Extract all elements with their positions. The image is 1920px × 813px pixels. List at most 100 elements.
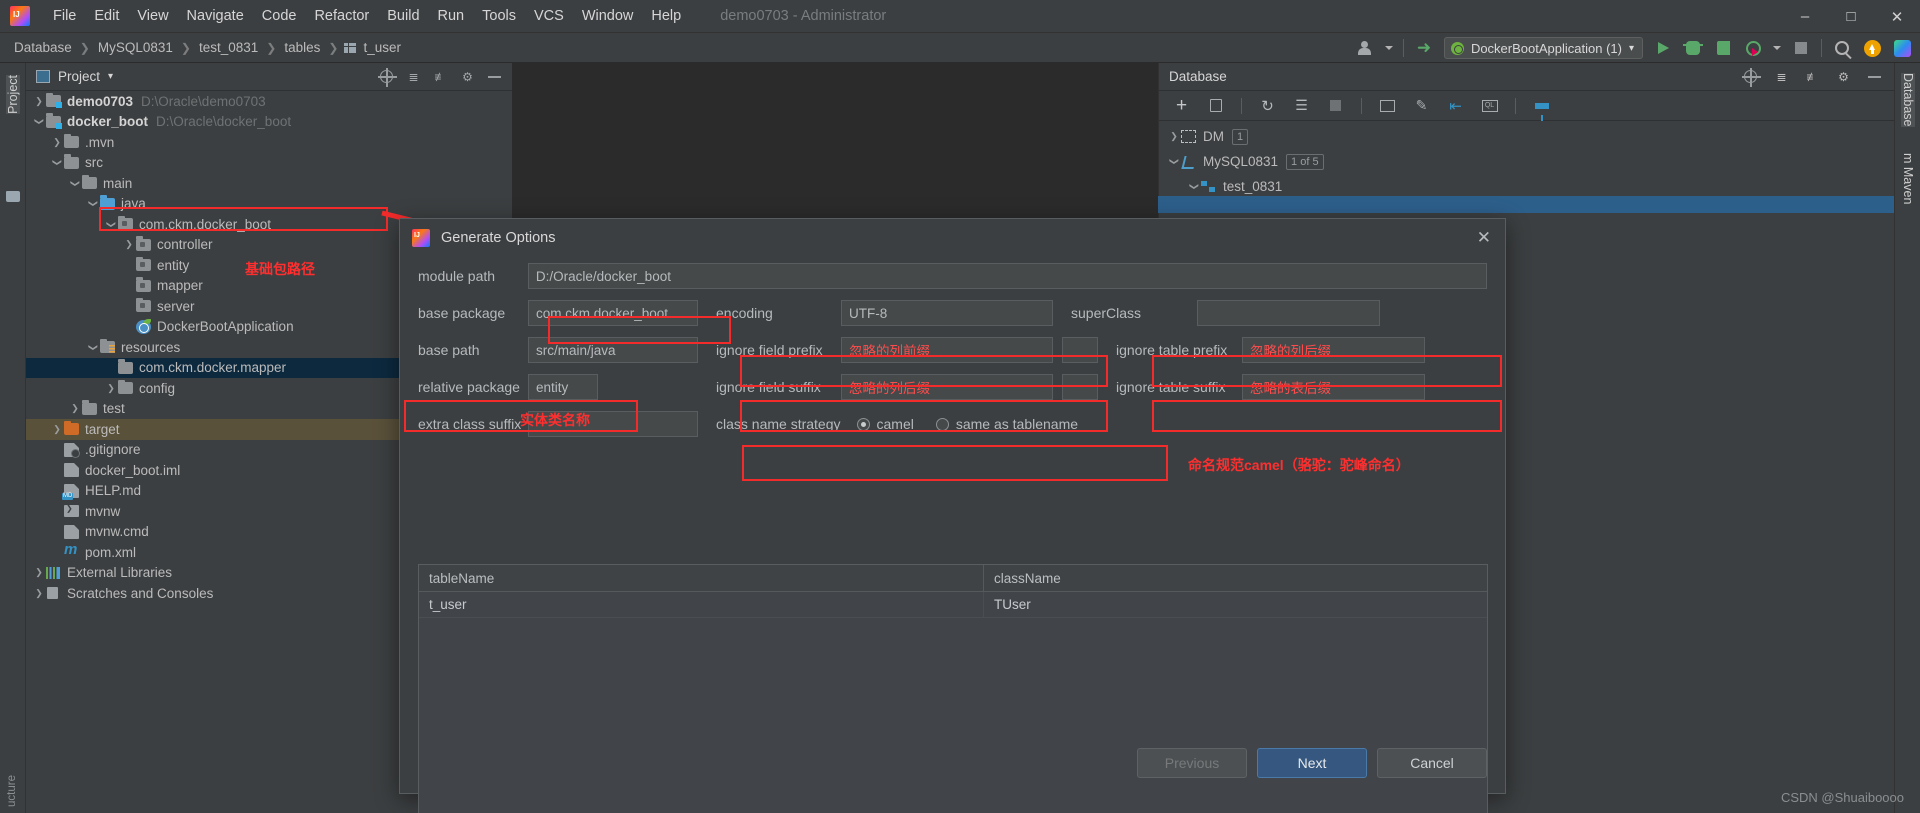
cell-classname[interactable]: TUser [984,592,1031,617]
table-row[interactable]: t_user TUser [419,592,1487,618]
run-configuration-selector[interactable]: DockerBootApplication (1) ▾ [1443,37,1643,59]
run-icon[interactable] [1653,38,1673,58]
ignore-table-prefix-input[interactable]: 忽略的列后缀 [1242,337,1425,363]
chevron-right-icon[interactable] [32,96,46,107]
relative-package-input[interactable]: entity [528,374,598,400]
next-button[interactable]: Next [1257,748,1367,778]
tree-item-mvn[interactable]: .mvn [26,132,512,153]
maximize-icon[interactable]: □ [1828,0,1874,33]
stop-icon[interactable] [1327,97,1344,114]
hide-icon[interactable] [487,69,502,84]
radio-camel[interactable] [856,417,870,431]
menu-item-window[interactable]: Window [573,4,643,28]
breadcrumb-item-database[interactable]: Database [12,40,74,55]
folder-icon[interactable] [6,191,20,202]
tree-item-src[interactable]: src [26,153,512,174]
chevron-down-icon[interactable] [1187,181,1201,192]
radio-camel-label[interactable]: camel [877,416,914,432]
update-icon[interactable] [1862,38,1882,58]
chevron-down-icon[interactable] [104,219,118,230]
ignore-field-suffix-extra-input[interactable] [1062,374,1098,400]
radio-same-as-tablename[interactable] [935,417,949,431]
close-icon[interactable]: ✕ [1477,228,1491,248]
refresh-icon[interactable]: ↻ [1259,97,1276,115]
menu-item-run[interactable]: Run [429,4,474,28]
chevron-right-icon[interactable] [50,424,64,435]
stop-icon[interactable] [1791,38,1811,58]
tree-item-docker-boot[interactable]: docker_boot D:\Oracle\docker_boot [26,112,512,133]
database-tree[interactable]: DM 1 MySQL0831 1 of 5test_0831 [1159,121,1894,199]
chevron-down-icon[interactable] [68,178,82,189]
menu-item-file[interactable]: File [44,4,85,28]
locate-icon[interactable] [1742,68,1761,87]
menu-item-tools[interactable]: Tools [473,4,525,28]
tool-window-button-project[interactable]: Project [6,75,20,114]
breadcrumb-item-tables[interactable]: tables [282,40,322,55]
chevron-right-icon[interactable] [104,383,118,394]
plugin-icon[interactable] [1892,38,1912,58]
menu-item-navigate[interactable]: Navigate [178,4,253,28]
chevron-right-icon[interactable] [1167,131,1181,142]
settings-gear-icon[interactable]: ⚙ [1836,69,1851,84]
sync-icon[interactable]: ☰ [1293,97,1310,114]
chevron-right-icon[interactable] [50,137,64,148]
settings-gear-icon[interactable]: ⚙ [460,69,475,84]
expand-all-icon[interactable]: ≣ [406,69,421,84]
cell-tablename[interactable]: t_user [419,592,984,617]
chevron-down-icon[interactable] [50,157,64,168]
menu-item-view[interactable]: View [128,4,177,28]
duplicate-icon[interactable] [1207,97,1224,114]
menu-item-edit[interactable]: Edit [85,4,128,28]
tool-window-button-database[interactable]: Database [1901,73,1915,127]
chevron-right-icon[interactable] [32,567,46,578]
encoding-input[interactable]: UTF-8 [841,300,1053,326]
chevron-right-icon[interactable] [122,239,136,250]
menu-item-help[interactable]: Help [642,4,690,28]
db-tree-item-mysql0831[interactable]: MySQL0831 1 of 5 [1159,149,1894,174]
add-icon[interactable]: + [1173,96,1190,115]
ignore-field-prefix-extra-input[interactable] [1062,337,1098,363]
db-tree-item-dm[interactable]: DM 1 [1159,124,1894,149]
close-icon[interactable]: ✕ [1874,0,1920,33]
edit-icon[interactable]: ✎ [1413,97,1430,114]
breadcrumb-item-test0831[interactable]: test_0831 [197,40,260,55]
menu-item-refactor[interactable]: Refactor [305,4,378,28]
menu-item-build[interactable]: Build [378,4,428,28]
chevron-down-icon[interactable] [86,342,100,353]
hide-icon[interactable] [1867,69,1882,84]
query-console-icon[interactable]: QL [1481,97,1498,114]
debug-icon[interactable] [1683,38,1703,58]
avatar-icon[interactable] [1355,38,1375,58]
tree-item-main[interactable]: main [26,173,512,194]
chevron-down-icon[interactable]: ▾ [108,71,113,82]
minimize-icon[interactable]: – [1782,0,1828,33]
base-package-input[interactable]: com.ckm.docker_boot [528,300,698,326]
ignore-table-suffix-input[interactable]: 忽略的表后缀 [1242,374,1425,400]
tool-window-button-maven[interactable]: m Maven [1901,153,1915,204]
tree-item-demo0703[interactable]: demo0703 D:\Oracle\demo0703 [26,91,512,112]
expand-all-icon[interactable]: ≣ [1774,69,1789,84]
chevron-right-icon[interactable] [32,588,46,599]
collapse-all-icon[interactable]: ≢ [1805,69,1820,84]
cancel-button[interactable]: Cancel [1377,748,1487,778]
chevron-down-icon[interactable] [1167,156,1181,167]
search-everywhere-icon[interactable] [1832,38,1852,58]
avatar-chevron-down-icon[interactable] [1384,46,1393,50]
chevron-down-icon[interactable] [86,198,100,209]
ignore-field-prefix-input[interactable]: 忽略的列前缀 [841,337,1053,363]
menu-item-code[interactable]: Code [253,4,306,28]
collapse-all-icon[interactable]: ≢ [433,69,448,84]
super-class-input[interactable] [1197,300,1380,326]
profile-chevron-down-icon[interactable] [1773,46,1781,50]
base-path-input[interactable]: src/main/java [528,337,698,363]
chevron-down-icon[interactable] [32,116,46,127]
filter-icon[interactable] [1533,97,1550,121]
locate-icon[interactable] [378,68,397,87]
radio-same-as-tablename-label[interactable]: same as tablename [956,416,1078,432]
column-header-classname[interactable]: className [984,565,1061,591]
ignore-field-suffix-input[interactable]: 忽略的列后缀 [841,374,1053,400]
vcs-update-icon[interactable]: ➜ [1414,38,1434,58]
breadcrumb-item-mysql0831[interactable]: MySQL0831 [96,40,175,55]
table-icon[interactable] [1379,97,1396,114]
menu-item-vcs[interactable]: VCS [525,4,573,28]
